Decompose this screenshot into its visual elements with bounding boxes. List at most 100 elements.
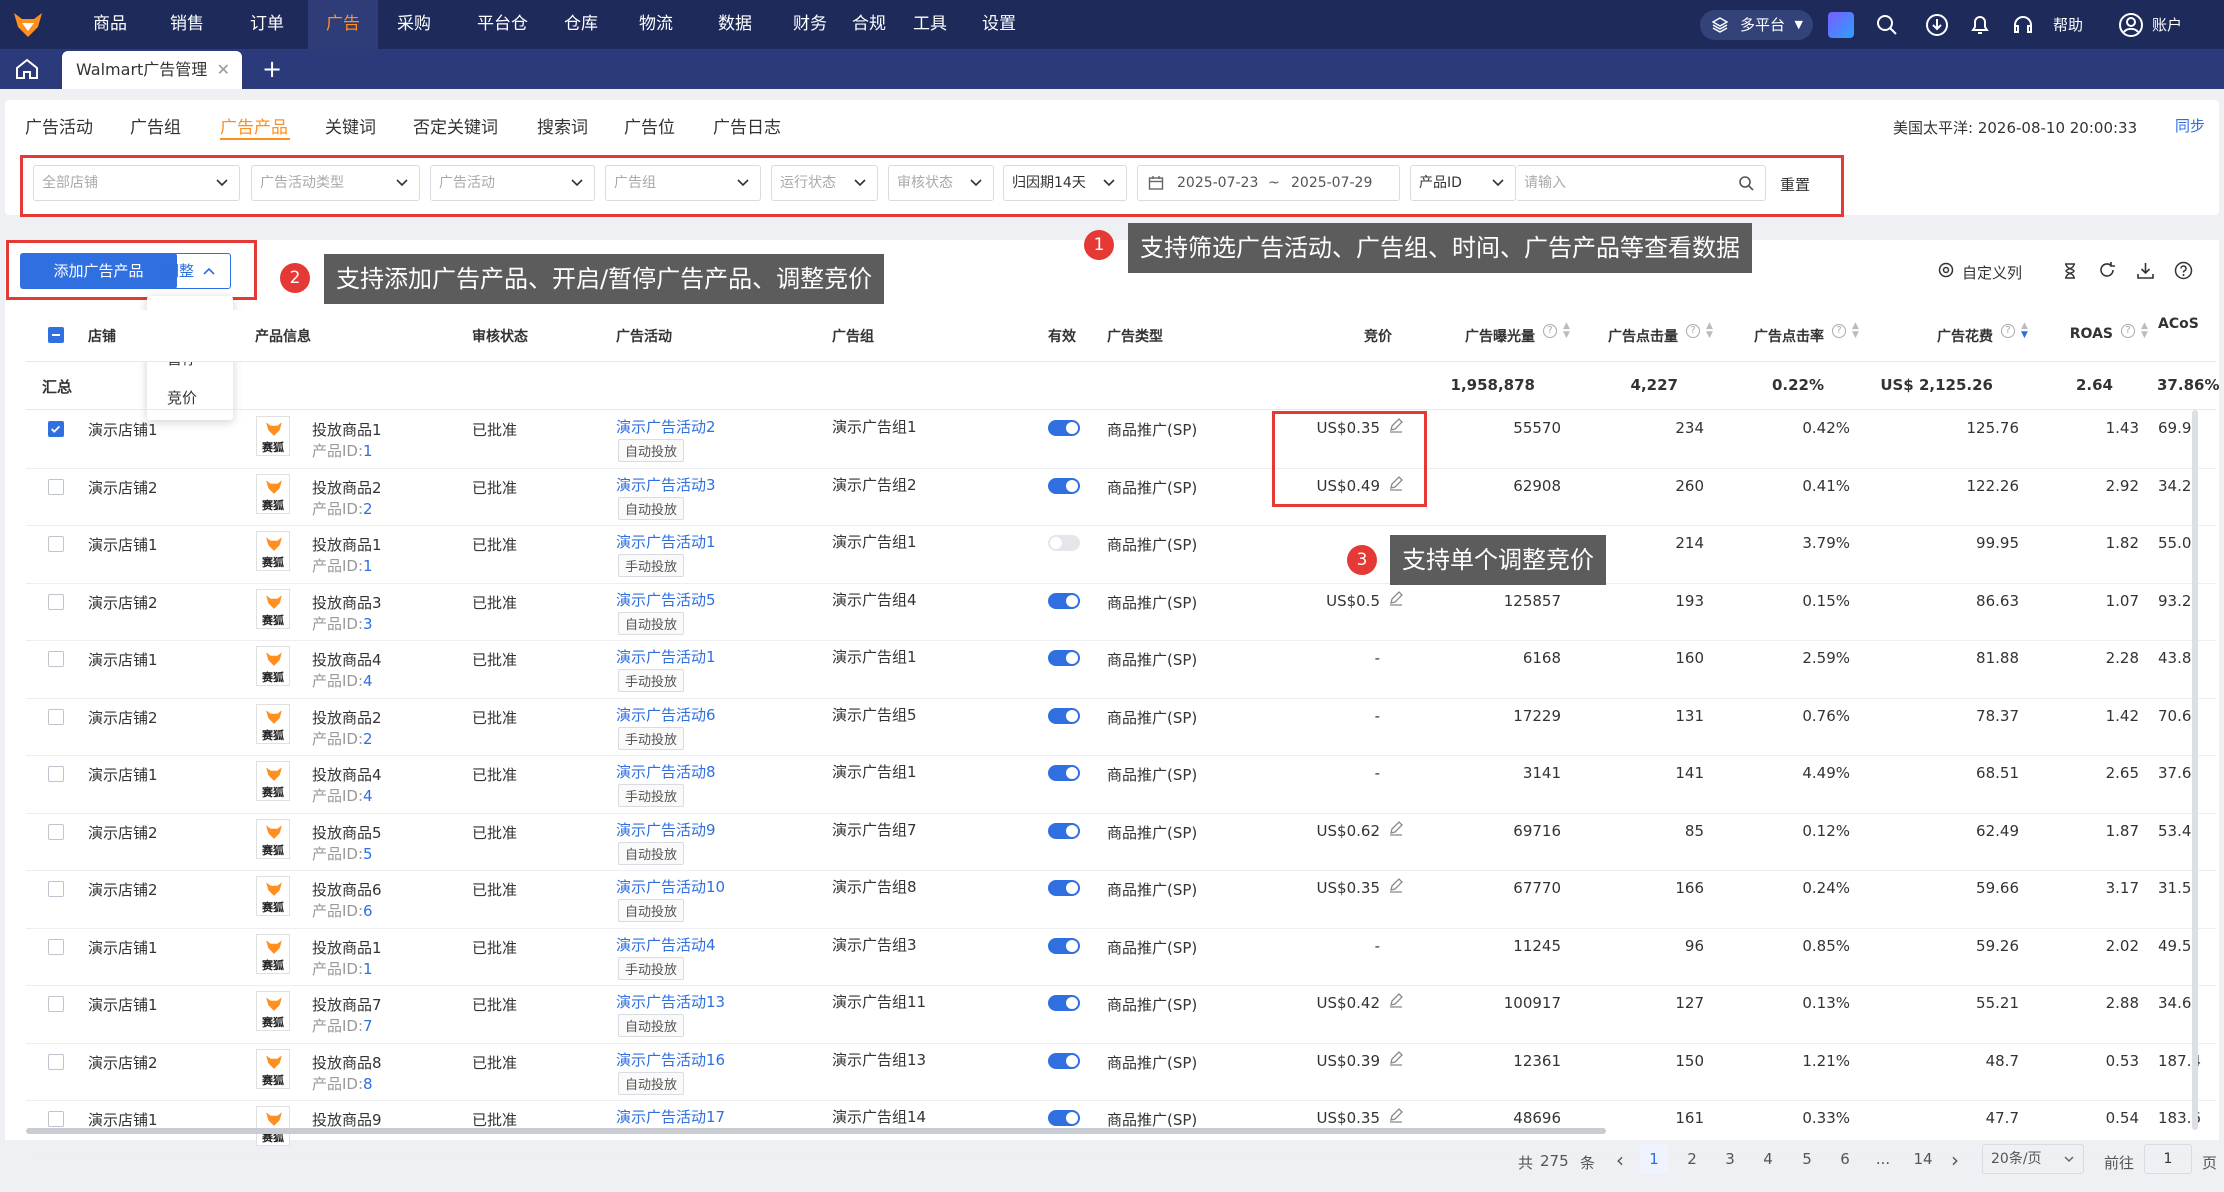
- product-name[interactable]: 投放商品8: [312, 1052, 382, 1073]
- platform-switch[interactable]: 多平台 ▼: [1700, 10, 1813, 40]
- row-checkbox[interactable]: [48, 478, 64, 495]
- product-id-value[interactable]: 1: [363, 557, 373, 575]
- product-thumbnail[interactable]: 赛狐: [256, 1106, 290, 1146]
- campaign-link[interactable]: 演示广告活动13: [616, 991, 725, 1012]
- product-thumbnail[interactable]: 赛狐: [256, 876, 290, 916]
- enabled-toggle[interactable]: [1048, 880, 1080, 896]
- help-circle-icon[interactable]: ?: [1543, 324, 1557, 338]
- page-size-select[interactable]: 20条/页: [1982, 1144, 2084, 1174]
- enabled-toggle[interactable]: [1048, 1110, 1080, 1126]
- campaign-link[interactable]: 演示广告活动17: [616, 1106, 725, 1127]
- nav-item[interactable]: 设置: [964, 0, 1034, 49]
- product-name[interactable]: 投放商品4: [312, 649, 382, 670]
- campaign-link[interactable]: 演示广告活动3: [616, 474, 716, 495]
- row-checkbox[interactable]: [48, 823, 64, 840]
- enabled-toggle[interactable]: [1048, 707, 1080, 724]
- product-id-value[interactable]: 2: [363, 500, 373, 518]
- campaign-link[interactable]: 演示广告活动2: [616, 416, 716, 437]
- row-checkbox[interactable]: [48, 1111, 64, 1127]
- ai-app-icon[interactable]: [1828, 12, 1854, 38]
- enabled-toggle[interactable]: [1048, 765, 1080, 781]
- product-thumbnail[interactable]: 赛狐: [256, 703, 290, 744]
- page-number[interactable]: 2: [1678, 1144, 1706, 1174]
- prev-page-button[interactable]: ‹: [1616, 1148, 1624, 1172]
- row-checkbox[interactable]: [48, 593, 64, 610]
- enabled-toggle[interactable]: [1048, 477, 1080, 494]
- table-row[interactable]: 演示店铺1 赛狐 投放商品7 产品ID:7 已批准 演示广告活动13 自动投放 演示广告组11…: [26, 986, 2216, 1044]
- account-link[interactable]: 账户: [2152, 14, 2182, 35]
- product-id-value[interactable]: 1: [363, 442, 373, 460]
- page-number[interactable]: 5: [1793, 1144, 1821, 1174]
- campaign-link[interactable]: 演示广告活动6: [616, 704, 716, 725]
- row-checkbox[interactable]: [48, 536, 64, 552]
- search-icon[interactable]: [1874, 12, 1900, 38]
- edit-icon[interactable]: [1388, 820, 1404, 840]
- edit-icon[interactable]: [1388, 590, 1404, 610]
- edit-icon[interactable]: [1388, 877, 1404, 897]
- product-thumbnail[interactable]: 赛狐: [256, 646, 290, 686]
- campaign-link[interactable]: 演示广告活动16: [616, 1049, 725, 1070]
- nav-item[interactable]: 商品: [75, 0, 145, 49]
- help-icon[interactable]: [2174, 261, 2193, 280]
- enabled-toggle[interactable]: [1048, 1052, 1080, 1069]
- product-name[interactable]: 投放商品6: [312, 879, 382, 900]
- product-name[interactable]: 投放商品3: [312, 592, 382, 613]
- campaign-link[interactable]: 演示广告活动1: [616, 531, 716, 552]
- column-header[interactable]: 广告活动: [616, 326, 672, 346]
- edit-icon[interactable]: [1388, 992, 1404, 1012]
- nav-item[interactable]: 销售: [152, 0, 222, 49]
- page-number[interactable]: 14: [1909, 1144, 1937, 1174]
- refresh-icon[interactable]: [2098, 261, 2117, 280]
- campaign-link[interactable]: 演示广告活动8: [616, 761, 716, 782]
- product-thumbnail[interactable]: 赛狐: [256, 991, 290, 1031]
- product-id-value[interactable]: 2: [363, 730, 373, 748]
- nav-item[interactable]: 合规: [834, 0, 904, 49]
- column-header[interactable]: 有效: [1048, 326, 1076, 346]
- row-checkbox[interactable]: [48, 938, 64, 955]
- product-name[interactable]: 投放商品5: [312, 822, 382, 843]
- product-thumbnail[interactable]: 赛狐: [256, 761, 290, 801]
- enabled-toggle[interactable]: [1048, 592, 1080, 609]
- subtab-item[interactable]: 关键词: [325, 113, 376, 138]
- enabled-toggle[interactable]: [1048, 420, 1080, 436]
- column-header[interactable]: ACoS: [2158, 316, 2199, 332]
- column-header[interactable]: 店铺: [88, 326, 116, 346]
- row-checkbox[interactable]: [48, 996, 64, 1012]
- column-header[interactable]: 竞价: [1340, 326, 1392, 346]
- help-circle-icon[interactable]: ?: [2121, 324, 2135, 338]
- subtab-item[interactable]: 广告组: [130, 113, 181, 138]
- page-number[interactable]: 1: [1640, 1144, 1668, 1174]
- enabled-toggle[interactable]: [1048, 535, 1080, 551]
- product-id-value[interactable]: 4: [363, 672, 373, 690]
- product-thumbnail[interactable]: 赛狐: [256, 531, 290, 571]
- column-header[interactable]: 产品信息: [255, 326, 311, 346]
- product-thumbnail[interactable]: 赛狐: [256, 416, 290, 456]
- nav-item[interactable]: 订单: [232, 0, 302, 49]
- table-row[interactable]: 演示店铺2 赛狐 投放商品2 产品ID:2 已批准 演示广告活动3 自动投放 演示广告组2 商品…: [26, 469, 2216, 526]
- row-checkbox[interactable]: [48, 766, 64, 782]
- product-id-value[interactable]: 7: [363, 1017, 373, 1035]
- table-row[interactable]: 演示店铺2 赛狐 投放商品3 产品ID:3 已批准 演示广告活动5 自动投放 演示广告组4 商品…: [26, 584, 2216, 641]
- page-number[interactable]: 6: [1831, 1144, 1859, 1174]
- enabled-toggle[interactable]: [1048, 937, 1080, 954]
- settings-icon[interactable]: [1937, 261, 1955, 279]
- next-page-button[interactable]: ›: [1951, 1148, 1959, 1172]
- row-checkbox[interactable]: [48, 881, 64, 897]
- product-id-value[interactable]: 6: [363, 902, 373, 920]
- column-header[interactable]: 广告点击率: [1700, 326, 1824, 346]
- product-thumbnail[interactable]: 赛狐: [256, 818, 290, 859]
- column-header[interactable]: 广告组: [832, 326, 874, 346]
- edit-icon[interactable]: [1388, 1050, 1404, 1070]
- column-header[interactable]: 审核状态: [472, 326, 528, 346]
- subtab-item[interactable]: 广告位: [624, 113, 675, 138]
- column-header[interactable]: ROAS: [2010, 326, 2113, 342]
- home-icon[interactable]: [14, 57, 40, 81]
- goto-page-input[interactable]: 1: [2144, 1144, 2192, 1174]
- product-thumbnail[interactable]: 赛狐: [256, 588, 290, 629]
- nav-item[interactable]: 数据: [700, 0, 770, 49]
- table-row[interactable]: 演示店铺2 赛狐 投放商品2 产品ID:2 已批准 演示广告活动6 手动投放 演示广告组5 商品…: [26, 699, 2216, 756]
- download-icon[interactable]: [1924, 12, 1950, 38]
- select-all-checkbox[interactable]: [48, 327, 64, 343]
- row-checkbox[interactable]: [48, 421, 64, 437]
- product-id-value[interactable]: 4: [363, 787, 373, 805]
